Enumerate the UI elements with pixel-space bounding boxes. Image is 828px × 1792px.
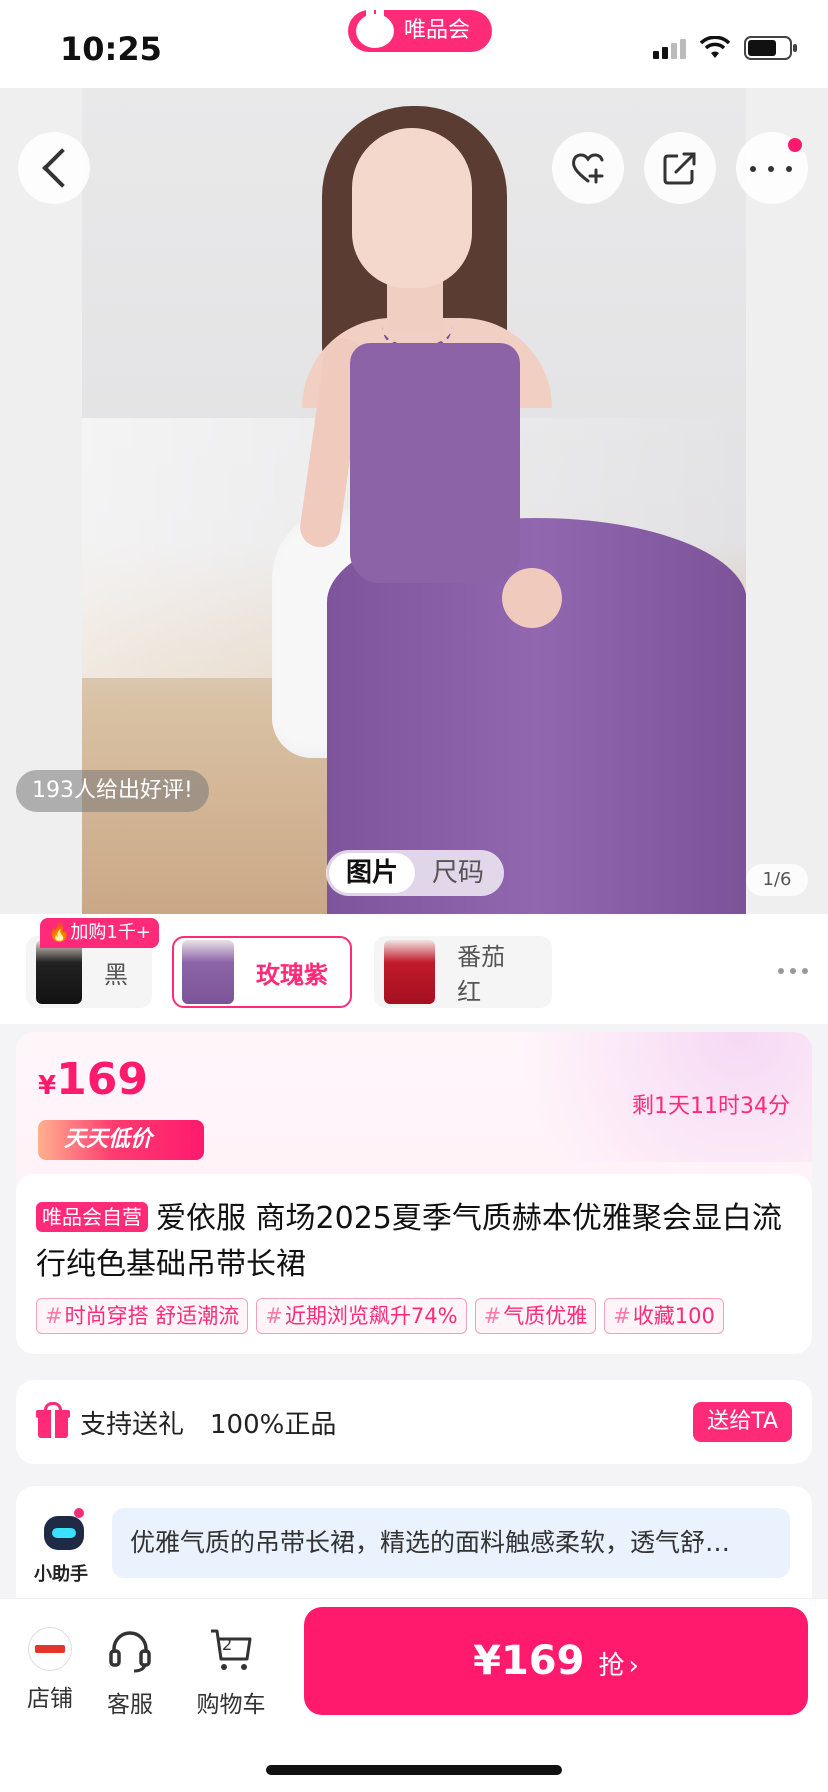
send-gift-button[interactable]: 送给TA [693,1402,792,1442]
tag[interactable]: #气质优雅 [474,1298,597,1334]
bottom-action-bar: 店铺 客服 2 购物车 ¥169 抢 › [0,1598,828,1792]
color-thumb [384,940,436,1004]
assistant-message[interactable]: 优雅气质的吊带长裙，精选的面料触感柔软，透气舒… [112,1508,790,1578]
app-name-pill[interactable]: 唯品会 [348,6,493,52]
favorite-button[interactable] [552,132,624,204]
price: ¥169 [38,1054,148,1105]
cellular-signal-icon [653,37,686,59]
wifi-icon [700,36,730,58]
share-icon [663,152,696,185]
notification-dot [788,138,802,152]
robot-icon [44,1516,84,1550]
tag[interactable]: #收藏100 [604,1298,724,1334]
back-button[interactable] [18,132,90,204]
sale-countdown: 剩1天11时34分 [632,1094,790,1119]
assistant-label: 小助手 [34,1564,88,1585]
price-currency: ¥ [38,1071,57,1101]
price-amount: 169 [56,1054,148,1105]
product-tags: #时尚穿搭 舒适潮流 #近期浏览飙升74% #气质优雅 #收藏100 [36,1298,812,1334]
more-button[interactable] [736,132,808,204]
tab-images[interactable]: 图片 [329,853,415,893]
daily-low-price-badge: 天天低价 [38,1120,204,1160]
product-info: 唯品会自营 爱依服 商场2025夏季气质赫本优雅聚会显白流行纯色基础吊带长裙 #时… [16,1174,812,1354]
gift-row[interactable]: 支持送礼 100%正品 送给TA [16,1380,812,1464]
chevron-right-icon: › [628,1651,639,1681]
more-colors-icon[interactable] [778,968,808,974]
buy-price: ¥169 [473,1638,585,1684]
buy-now-button[interactable]: ¥169 抢 › [304,1607,808,1715]
tag[interactable]: #近期浏览飙升74% [256,1298,467,1334]
buy-label: 抢 [598,1651,625,1681]
tag[interactable]: #时尚穿搭 舒适潮流 [36,1298,249,1334]
color-option-rose-purple[interactable]: 玫瑰紫 [172,936,352,1008]
support-gift-text: 支持送礼 [80,1410,185,1440]
color-label: 黑 [104,960,128,989]
color-thumb [182,940,234,1004]
color-thumb [36,940,82,1004]
price-card: ¥169 剩1天11时34分 天天低价 唯品会自营 爱依服 商场2025夏季气质赫… [16,1032,812,1354]
status-time: 10:25 [60,30,162,68]
heart-plus-icon [572,153,604,184]
bunny-logo-icon [356,6,394,48]
review-summary[interactable]: 193人给出好评! [16,770,209,812]
product-gallery[interactable]: 193人给出好评! 图片 尺码 1/6 [0,88,828,914]
cart-label: 购物车 [196,1692,266,1718]
home-indicator [266,1765,562,1775]
store-label: 店铺 [27,1686,73,1712]
product-title: 唯品会自营 爱依服 商场2025夏季气质赫本优雅聚会显白流行纯色基础吊带长裙 [36,1196,792,1288]
assistant-card[interactable]: 小助手 优雅气质的吊带长裙，精选的面料触感柔软，透气舒… [16,1486,812,1598]
cart-count: 2 [222,1635,233,1654]
share-button[interactable] [644,132,716,204]
customer-service-button[interactable]: 客服 [90,1627,170,1719]
model-face [352,128,472,288]
headset-icon [109,1631,151,1673]
hot-badge: 🔥加购1千+ [40,918,159,948]
color-label: 番茄红 [457,943,506,1006]
app-name: 唯品会 [404,18,471,43]
self-operated-badge: 唯品会自营 [36,1202,148,1232]
tab-size[interactable]: 尺码 [415,853,501,893]
service-label: 客服 [107,1692,153,1718]
authentic-text: 100%正品 [210,1410,337,1440]
status-icons [653,36,797,60]
media-tabs: 图片 尺码 [326,850,504,896]
status-bar: 10:25 唯品会 [0,0,828,88]
battery-icon [744,36,797,60]
color-selector: 黑 🔥加购1千+ 玫瑰紫 番茄红 [0,914,828,1024]
color-option-tomato-red[interactable]: 番茄红 [374,936,552,1008]
color-label: 玫瑰紫 [256,960,328,989]
store-logo-icon [28,1627,72,1671]
gift-icon [36,1402,70,1438]
store-button[interactable]: 店铺 [10,1627,90,1713]
more-icon [750,166,792,172]
page-indicator: 1/6 [746,864,808,896]
cart-button[interactable]: 2 购物车 [186,1627,276,1719]
